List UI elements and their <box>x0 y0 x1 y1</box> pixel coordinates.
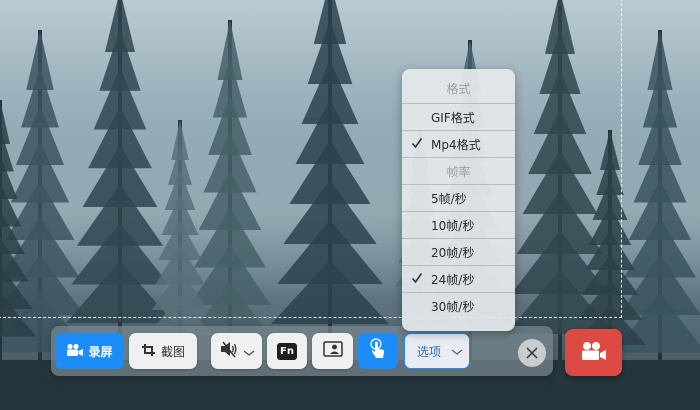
screenshot-button[interactable]: 截图 <box>129 333 197 369</box>
menu-item[interactable]: 30帧/秒 <box>402 292 515 319</box>
screenshot-label: 截图 <box>160 344 185 359</box>
capture-toolbar: 录屏 截图 Fn 选项 <box>51 326 553 376</box>
webcam-icon <box>322 341 343 361</box>
recording-area-selection[interactable] <box>0 0 622 318</box>
menu-item-label: GIF格式 <box>431 110 475 125</box>
menu-item-label: 24帧/秒 <box>431 272 475 287</box>
menu-item-label: 20帧/秒 <box>431 245 475 260</box>
menu-item-label: 格式 <box>446 82 471 96</box>
record-label: 录屏 <box>88 344 113 359</box>
start-recording-icon <box>580 341 608 365</box>
options-label: 选项 <box>417 344 442 359</box>
start-recording-button[interactable] <box>565 329 622 376</box>
audio-toggle-button[interactable] <box>211 333 262 369</box>
webcam-button[interactable] <box>312 333 353 369</box>
menu-item[interactable]: 24帧/秒 <box>402 265 515 292</box>
chevron-down-icon <box>451 345 463 359</box>
options-menu: 格式 GIF格式 Mp4格式帧率 5帧/秒 10帧/秒 20帧/秒 24帧/秒 30帧/秒 <box>402 69 515 331</box>
menu-item-label: 10帧/秒 <box>431 218 475 233</box>
menu-section-header: 格式 <box>402 75 515 102</box>
record-button[interactable]: 录屏 <box>55 333 124 369</box>
checkmark-icon <box>411 137 423 152</box>
menu-section-header: 帧率 <box>402 157 515 184</box>
close-icon <box>526 344 538 363</box>
chevron-down-icon <box>243 342 255 361</box>
fn-key-icon: Fn <box>277 342 297 360</box>
options-dropdown[interactable]: 选项 <box>404 333 470 369</box>
fn-keys-button[interactable]: Fn <box>267 333 307 369</box>
close-button[interactable] <box>518 339 546 367</box>
menu-item[interactable]: 5帧/秒 <box>402 184 515 211</box>
menu-item-label: 5帧/秒 <box>431 191 467 206</box>
crop-icon <box>141 343 157 360</box>
menu-item-label: 30帧/秒 <box>431 299 475 314</box>
menu-item-label: 帧率 <box>446 164 471 179</box>
checkmark-icon <box>411 272 423 287</box>
show-clicks-button[interactable] <box>358 333 398 369</box>
menu-item[interactable]: 10帧/秒 <box>402 211 515 238</box>
menu-item-label: Mp4格式 <box>431 137 481 152</box>
menu-item[interactable]: 20帧/秒 <box>402 238 515 265</box>
video-camera-icon <box>66 343 84 360</box>
speaker-muted-icon <box>219 340 243 362</box>
menu-item[interactable]: GIF格式 <box>402 103 515 130</box>
touch-pointer-icon <box>368 338 388 364</box>
menu-item[interactable]: Mp4格式 <box>402 130 515 157</box>
